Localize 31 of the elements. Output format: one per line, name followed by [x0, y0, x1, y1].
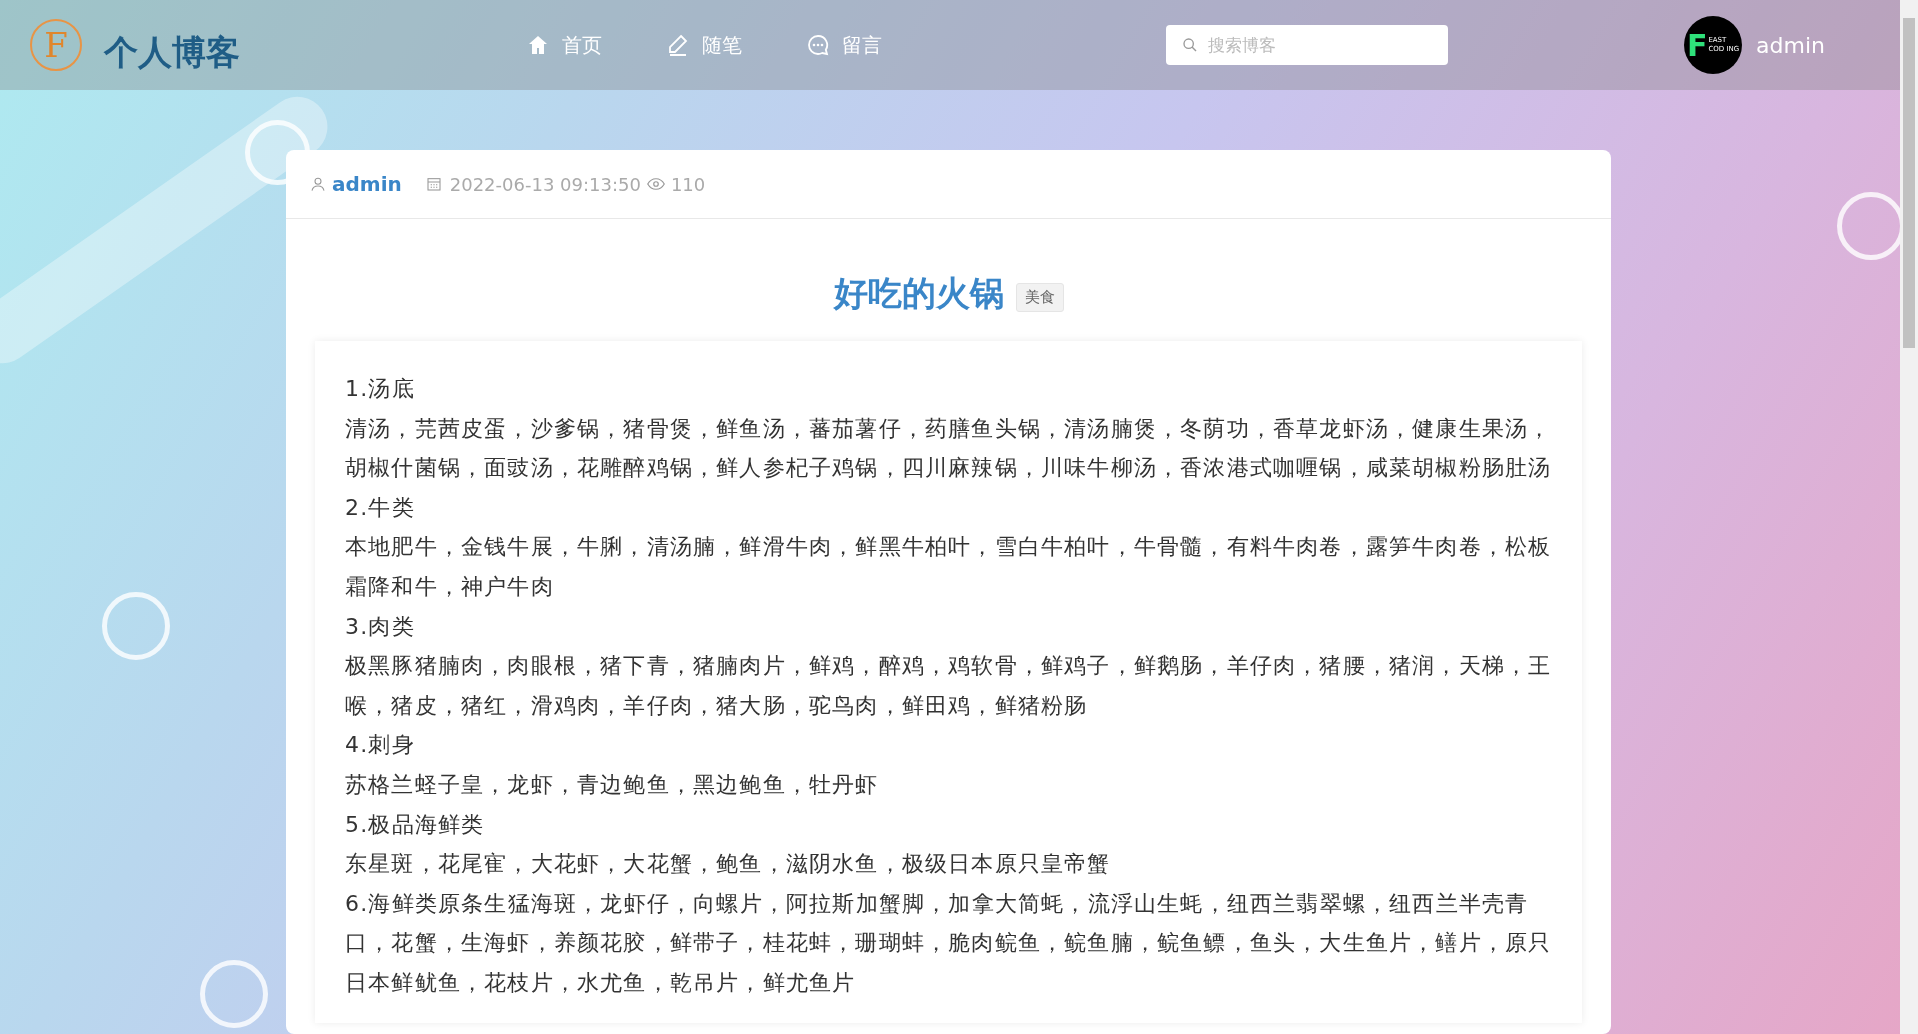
nav-link[interactable]: 留言 [806, 31, 882, 59]
pen-icon [666, 33, 690, 57]
ring-decoration [200, 960, 268, 1028]
section-text: 清汤，芫茜皮蛋，沙爹锅，猪骨煲，鲜鱼汤，蕃茄薯仔，药膳鱼头锅，清汤腩煲，冬荫功，香草龙虾汤，健康生果汤，胡椒什菌锅，面豉汤，花雕醉鸡锅，鲜人参杞子鸡锅，四川麻辣锅，川味牛柳汤，香浓港式咖喱锅，咸菜胡椒粉肠肚汤 [345, 414, 1552, 483]
section-heading: 2.牛类 [345, 493, 416, 522]
search-icon [1182, 37, 1198, 53]
category-tag[interactable]: 美食 [1015, 282, 1064, 312]
section-text: 本地肥牛，金钱牛展，牛脷，清汤腩，鲜滑牛肉，鲜黑牛柏叶，雪白牛柏叶，牛骨髓，有料牛肉卷，露笋牛肉卷，松板霜降和牛，神户牛肉 [345, 533, 1552, 601]
section-heading: 1.汤底 [345, 375, 416, 403]
nav-link[interactable]: 随笔 [666, 31, 742, 59]
post-date: 2022-06-13 09:13:50 [449, 173, 641, 195]
logo-icon[interactable]: F [30, 19, 82, 71]
section-heading: 4.刺身 [345, 731, 416, 760]
eye-icon [646, 175, 665, 193]
search-field[interactable]: 搜索博客 [1166, 25, 1448, 65]
calendar-icon [425, 176, 442, 192]
ring-decoration [102, 592, 170, 660]
site-title[interactable]: 个人博客 [104, 30, 240, 76]
section-heading: 6.海鲜类原条生猛海斑，龙虾仔，向螺片，阿拉斯加蟹脚，加拿大简蚝，流浮山生蚝，纽西兰翡翠螺，纽西兰半壳青口，花蟹，生海虾，养颜花胶，鲜带子，桂花蚌，珊瑚蚌，脆肉鲩鱼，鲩鱼腩，鲩鱼鳔，鱼头，大生鱼片，鳝片，原只日本鲜鱿鱼，花枝片，水尤鱼，乾吊片，鲜尤鱼片 [345, 889, 1552, 997]
user-name[interactable]: admin [1756, 32, 1825, 58]
chat-icon [806, 33, 830, 57]
section-heading: 5.极品海鲜类 [345, 810, 486, 839]
nav-link[interactable]: 首页 [526, 31, 602, 59]
user-icon [310, 176, 326, 192]
post-title: 好吃的火锅 [833, 272, 1004, 315]
section-text: 东星斑，花尾寉，大花虾，大花蟹，鲍鱼，滋阴水鱼，极级日本原只皇帝蟹 [345, 850, 1112, 879]
section-text: 苏格兰蛏子皇，龙虾，青边鲍鱼，黑边鲍鱼，牡丹虾 [345, 770, 880, 799]
section-text: 极黑豚猪腩肉，肉眼根，猪下青，猪腩肉片，鲜鸡，醉鸡，鸡软骨，鲜鸡子，鲜鹅肠，羊仔肉，猪腰，猪润，天梯，王喉，猪皮，猪红，滑鸡肉，羊仔肉，猪大肠，驼鸟肉，鲜田鸡，鲜猪粉肠 [345, 652, 1552, 720]
section-heading: 3.肉类 [345, 612, 416, 641]
view-count: 110 [670, 173, 706, 195]
author-link[interactable]: admin [332, 172, 402, 196]
